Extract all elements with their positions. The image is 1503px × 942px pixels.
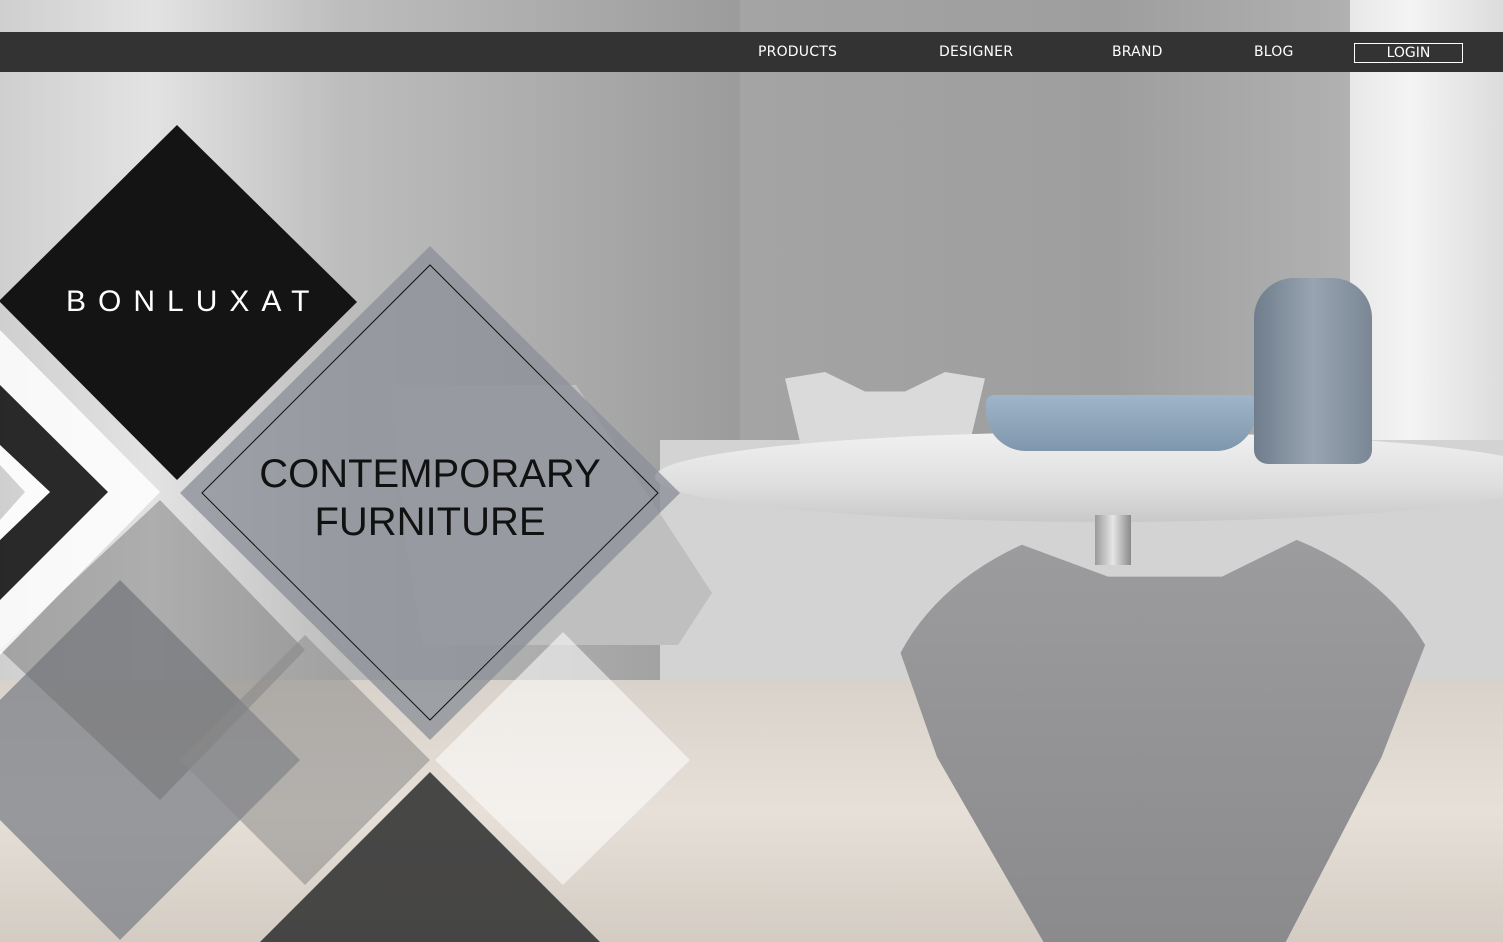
headline-line-2: FURNITURE: [314, 500, 546, 544]
hero-headline: CONTEMPORARY FURNITURE: [230, 450, 630, 546]
diamond-overlay: [0, 125, 690, 942]
nav-item-brand[interactable]: BRAND: [1112, 44, 1163, 60]
top-nav-bar: PRODUCTS DESIGNER BRAND BLOG LOGIN: [0, 32, 1503, 72]
headline-line-1: CONTEMPORARY: [259, 452, 601, 496]
nav-item-designer[interactable]: DESIGNER: [939, 44, 1013, 60]
login-button[interactable]: LOGIN: [1354, 43, 1463, 63]
nav-item-blog[interactable]: BLOG: [1254, 44, 1294, 60]
brand-logo[interactable]: BONLUXAT: [66, 285, 321, 319]
landing-page: BONLUXAT CONTEMPORARY FURNITURE PRODUCTS…: [0, 0, 1503, 942]
nav-item-products[interactable]: PRODUCTS: [758, 44, 837, 60]
